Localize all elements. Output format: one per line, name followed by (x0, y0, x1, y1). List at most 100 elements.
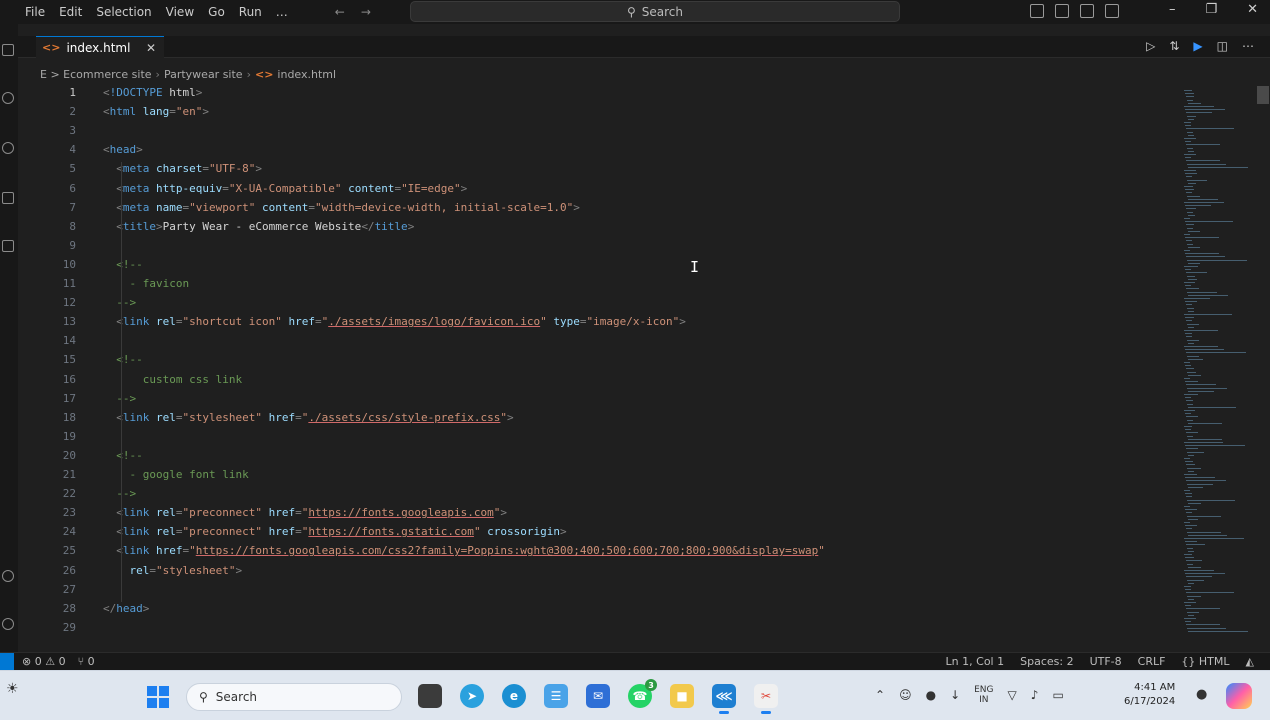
tray-app-icon[interactable]: ☺ (899, 688, 912, 702)
menu-file[interactable]: File (18, 5, 52, 19)
notifications-bell-icon[interactable]: ◭ (1246, 655, 1254, 668)
code-line[interactable]: 29 (18, 621, 1178, 640)
code-line[interactable]: 10 <!-- (18, 258, 1178, 277)
code-line[interactable]: 2 <html lang="en"> (18, 105, 1178, 124)
snipping-tool-icon[interactable]: ✂ (754, 684, 778, 714)
code-line[interactable]: 21 - google font link (18, 468, 1178, 487)
wifi-icon[interactable]: ▽ (1008, 688, 1017, 702)
telegram-icon[interactable]: ➤ (460, 684, 484, 708)
code-line[interactable]: 1 <!DOCTYPE html> (18, 86, 1178, 105)
code-line[interactable]: 22 --> (18, 487, 1178, 506)
code-line[interactable]: 25 <link href="https://fonts.googleapis.… (18, 544, 1178, 563)
code-line[interactable]: 5 <meta charset="UTF-8"> (18, 162, 1178, 181)
code-line[interactable]: 26 rel="stylesheet"> (18, 564, 1178, 583)
code-line[interactable]: 24 <link rel="preconnect" href="https://… (18, 525, 1178, 544)
menu-view[interactable]: View (159, 5, 201, 19)
weather-icon[interactable]: ☀ (6, 681, 19, 697)
toggle-secondary-sidebar-icon[interactable] (1080, 4, 1094, 18)
input-language[interactable]: ENG IN (974, 685, 993, 705)
copilot-icon[interactable] (1226, 683, 1252, 709)
line-ending[interactable]: CRLF (1138, 655, 1166, 668)
indentation[interactable]: Spaces: 2 (1020, 655, 1073, 668)
menu-selection[interactable]: Selection (89, 5, 158, 19)
code-line[interactable]: 15 <!-- (18, 353, 1178, 372)
file-explorer-icon[interactable]: ■ (670, 684, 694, 708)
windows-start-icon[interactable] (147, 686, 169, 708)
tab-index-html[interactable]: <> index.html ✕ (36, 36, 164, 58)
minimap[interactable] (1178, 84, 1256, 652)
go-live-icon[interactable]: ▶ (1193, 39, 1202, 53)
toggle-panel-icon[interactable] (1055, 4, 1069, 18)
tray-download-icon[interactable]: ↓ (950, 688, 960, 702)
explorer-icon[interactable] (2, 44, 14, 56)
menu-run[interactable]: Run (232, 5, 269, 19)
code-line[interactable]: 19 (18, 430, 1178, 449)
code-line[interactable]: 27 (18, 583, 1178, 602)
code-editor[interactable]: 1 <!DOCTYPE html> 2 <html lang="en"> 3 4 <head… (18, 86, 1178, 642)
mail-icon[interactable]: ✉ (586, 684, 610, 708)
remote-indicator-icon[interactable] (0, 652, 14, 671)
code-line[interactable]: 13 <link rel="shortcut icon" href="./ass… (18, 315, 1178, 334)
notification-bell-icon[interactable]: ● (1196, 687, 1207, 702)
minimap-line (1185, 237, 1220, 239)
code-line[interactable]: 6 <meta http-equiv="X-UA-Compatible" con… (18, 182, 1178, 201)
menu-go[interactable]: Go (201, 5, 232, 19)
cursor-position[interactable]: Ln 1, Col 1 (946, 655, 1005, 668)
breadcrumb-item[interactable]: Partywear site (164, 68, 243, 81)
whatsapp-icon[interactable]: ☎ 3 (628, 679, 657, 708)
code-line[interactable]: 14 (18, 334, 1178, 353)
notepad-icon[interactable]: ☰ (544, 684, 568, 708)
ports-count[interactable]: ⑂ 0 (78, 655, 95, 668)
breadcrumb-item[interactable]: E > Ecommerce site (40, 68, 152, 81)
taskbar-search[interactable]: ⚲ Search (186, 683, 402, 711)
code-line[interactable]: 16 custom css link (18, 373, 1178, 392)
editor-scrollbar[interactable] (1257, 86, 1269, 104)
search-view-icon[interactable] (2, 92, 14, 104)
close-tab-icon[interactable]: ✕ (146, 41, 156, 55)
code-line[interactable]: 3 (18, 124, 1178, 143)
code-line[interactable]: 28 </head> (18, 602, 1178, 621)
compare-icon[interactable]: ⇅ (1169, 39, 1179, 53)
edge-browser-icon[interactable]: e (502, 684, 526, 708)
minimap-line (1188, 230, 1200, 232)
more-actions-icon[interactable]: ⋯ (1242, 39, 1254, 53)
restore-icon[interactable]: ❐ (1205, 2, 1217, 17)
customize-layout-icon[interactable] (1105, 4, 1119, 18)
chevron-up-icon[interactable]: ⌃ (875, 688, 885, 702)
extensions-icon[interactable] (2, 240, 14, 252)
tray-network-app-icon[interactable]: ● (926, 688, 936, 702)
code-line[interactable]: 4 <head> (18, 143, 1178, 162)
breadcrumb-item[interactable]: index.html (277, 68, 336, 81)
minimize-icon[interactable]: – (1169, 2, 1176, 17)
close-window-icon[interactable]: ✕ (1247, 2, 1258, 17)
battery-icon[interactable]: ▭ (1052, 688, 1063, 702)
toggle-primary-sidebar-icon[interactable] (1030, 4, 1044, 18)
forward-arrow-icon[interactable]: → (361, 5, 371, 19)
menu-more[interactable]: … (269, 5, 295, 19)
code-line[interactable]: 11 - favicon (18, 277, 1178, 296)
source-control-icon[interactable] (2, 142, 14, 154)
run-icon[interactable]: ▷ (1146, 39, 1155, 53)
code-line[interactable]: 12 --> (18, 296, 1178, 315)
language-mode[interactable]: {} HTML (1181, 655, 1229, 668)
code-line[interactable]: 18 <link rel="stylesheet" href="./assets… (18, 411, 1178, 430)
accounts-icon[interactable] (2, 570, 14, 582)
menu-edit[interactable]: Edit (52, 5, 89, 19)
encoding[interactable]: UTF-8 (1090, 655, 1122, 668)
code-line[interactable]: 9 (18, 239, 1178, 258)
manage-gear-icon[interactable] (2, 618, 14, 630)
back-arrow-icon[interactable]: ← (335, 5, 345, 19)
task-view-icon[interactable] (418, 684, 442, 708)
split-editor-icon[interactable]: ◫ (1217, 39, 1228, 53)
code-line[interactable]: 20 <!-- (18, 449, 1178, 468)
code-line[interactable]: 23 <link rel="preconnect" href="https://… (18, 506, 1178, 525)
code-line[interactable]: 17 --> (18, 392, 1178, 411)
problems-count[interactable]: ⊗ 0 ⚠ 0 (22, 655, 66, 668)
run-debug-icon[interactable] (2, 192, 14, 204)
code-line[interactable]: 7 <meta name="viewport" content="width=d… (18, 201, 1178, 220)
vscode-icon[interactable]: ⋘ (712, 684, 736, 714)
taskbar-clock[interactable]: 4:41 AM 6/17/2024 (1124, 681, 1175, 709)
command-center-search[interactable]: ⚲ Search (410, 1, 900, 22)
code-line[interactable]: 8 <title>Party Wear - eCommerce Website<… (18, 220, 1178, 239)
volume-icon[interactable]: ♪ (1031, 688, 1039, 702)
